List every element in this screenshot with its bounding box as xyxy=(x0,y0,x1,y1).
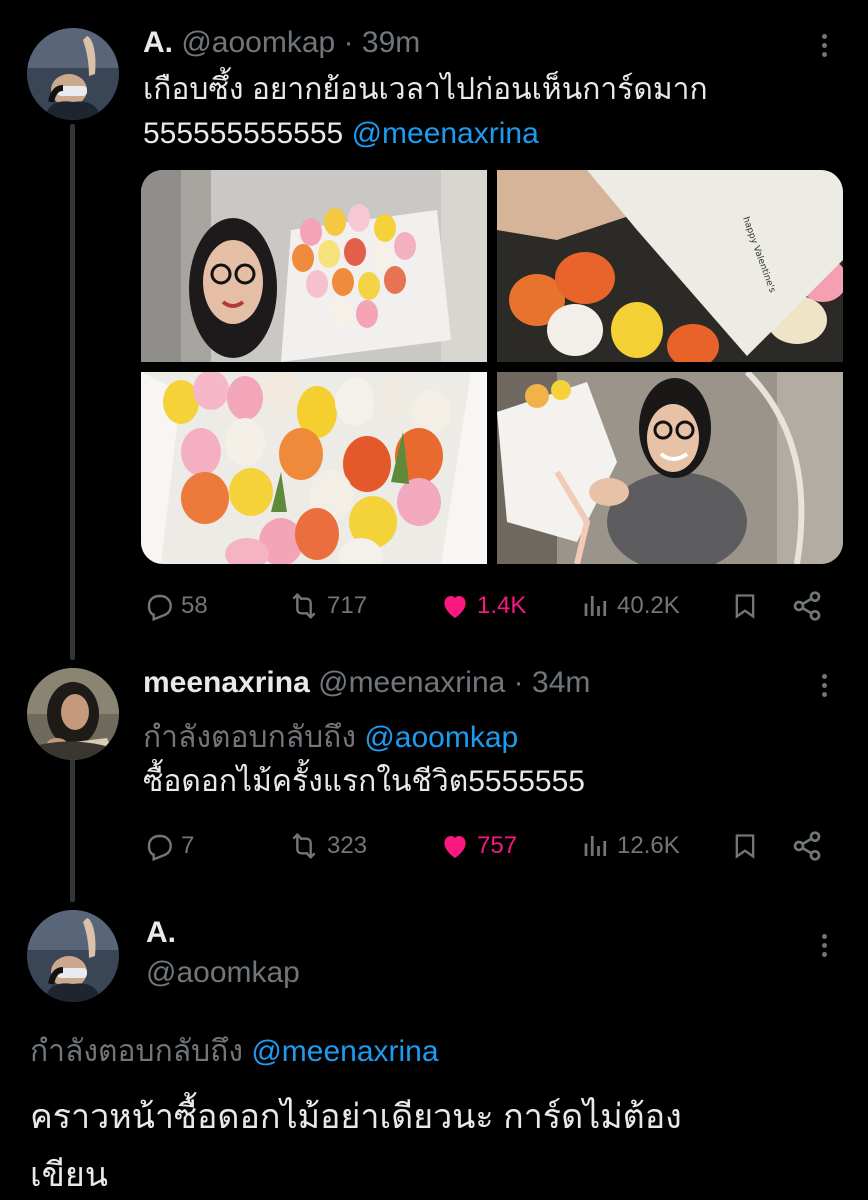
views-button[interactable]: 12.6K xyxy=(581,826,680,866)
views-icon xyxy=(584,836,607,856)
replying-prefix: กำลังตอบกลับถึง xyxy=(30,1035,243,1068)
display-name[interactable]: A. xyxy=(146,916,176,949)
handle[interactable]: @meenaxrina xyxy=(318,666,505,699)
more-icon[interactable] xyxy=(819,934,829,961)
retweet-count: 323 xyxy=(327,832,368,859)
avatar-aoomkap[interactable] xyxy=(27,910,119,1002)
more-icon[interactable] xyxy=(819,34,829,61)
views-button[interactable]: 40.2K xyxy=(581,586,680,626)
retweet-count: 717 xyxy=(327,592,368,619)
views-icon xyxy=(584,596,607,616)
timestamp[interactable]: 39m xyxy=(362,26,420,59)
tweet2-actions: 7 323 757 12.6K xyxy=(143,826,833,866)
timestamp[interactable]: 34m xyxy=(532,666,590,699)
retweet-icon xyxy=(292,592,316,620)
share-button[interactable] xyxy=(791,826,823,866)
handle[interactable]: @aoomkap xyxy=(146,956,300,989)
bookmark-icon xyxy=(735,834,755,859)
replying-to: กำลังตอบกลับถึง @meenaxrina xyxy=(30,1028,439,1075)
share-button[interactable] xyxy=(791,586,823,626)
heart-icon xyxy=(444,836,466,858)
tweet1-actions: 58 717 1.4K 40.2K xyxy=(143,586,833,626)
photo-smiling-with-bouquet[interactable] xyxy=(497,372,843,564)
bookmark-icon xyxy=(735,594,755,619)
tweet1-header: A. @aoomkap · 39m xyxy=(143,26,420,60)
tweet2-text: ซื้อดอกไม้ครั้งแรกในชีวิต5555555 xyxy=(143,765,585,798)
tweet3-text: คราวหน้าซื้อดอกไม้อย่าเดียวนะ การ์ดไม่ต้… xyxy=(30,1088,830,1200)
share-icon xyxy=(793,831,821,861)
tweet3-text-line2: เขียน xyxy=(30,1156,109,1194)
tweet3-display-name: A. xyxy=(146,916,176,950)
reply-button[interactable]: 7 xyxy=(143,826,194,866)
avatar-aoomkap[interactable] xyxy=(27,28,119,120)
tweet3-text-line1: คราวหน้าซื้อดอกไม้อย่าเดียวนะ การ์ดไม่ต้… xyxy=(30,1098,682,1136)
mention-link[interactable]: @meenaxrina xyxy=(352,117,539,150)
tweet1-text-line2-wrap: 555555555555 @meenaxrina xyxy=(143,112,708,156)
photo-selfie-bouquet[interactable] xyxy=(141,170,487,362)
tweet2-header: meenaxrina @meenaxrina · 34m xyxy=(143,666,590,700)
bookmark-button[interactable] xyxy=(731,586,759,626)
replying-prefix: กำลังตอบกลับถึง xyxy=(143,721,356,754)
reply-button[interactable]: 58 xyxy=(143,586,208,626)
bookmark-button[interactable] xyxy=(731,826,759,866)
replying-to: กำลังตอบกลับถึง @aoomkap xyxy=(143,714,518,761)
views-count: 12.6K xyxy=(617,832,680,859)
reply-icon xyxy=(147,594,172,622)
tweet3-handle: @aoomkap xyxy=(146,956,300,990)
media-grid: happy Valentine's xyxy=(141,170,843,564)
replying-to-link[interactable]: @meenaxrina xyxy=(251,1035,438,1068)
display-name[interactable]: A. xyxy=(143,26,173,59)
separator: · xyxy=(343,26,354,59)
like-button[interactable]: 1.4K xyxy=(439,586,526,626)
thread-line-lower xyxy=(70,742,75,902)
heart-icon xyxy=(444,596,466,618)
avatar-meenaxrina[interactable] xyxy=(27,668,119,760)
reply-count: 58 xyxy=(181,592,208,619)
retweet-button[interactable]: 717 xyxy=(287,586,367,626)
tweet1-text-line2: 555555555555 xyxy=(143,117,344,150)
photo-card-in-hand[interactable]: happy Valentine's xyxy=(497,170,843,362)
more-icon[interactable] xyxy=(819,674,829,701)
retweet-icon xyxy=(292,832,316,860)
like-count: 1.4K xyxy=(477,592,527,619)
separator: · xyxy=(513,666,524,699)
retweet-button[interactable]: 323 xyxy=(287,826,367,866)
photo-bouquet-closeup[interactable] xyxy=(141,372,487,564)
views-count: 40.2K xyxy=(617,592,680,619)
share-icon xyxy=(793,591,821,621)
display-name[interactable]: meenaxrina xyxy=(143,666,310,699)
replying-to-link[interactable]: @aoomkap xyxy=(364,721,518,754)
tweet1-text: เกือบซึ้ง อยากย้อนเวลาไปก่อนเห็นการ์ดมาก… xyxy=(143,68,708,156)
like-button[interactable]: 757 xyxy=(439,826,517,866)
like-count: 757 xyxy=(477,832,518,859)
reply-icon xyxy=(147,834,172,862)
reply-count: 7 xyxy=(181,832,195,859)
handle[interactable]: @aoomkap xyxy=(181,26,335,59)
tweet1-text-line1: เกือบซึ้ง อยากย้อนเวลาไปก่อนเห็นการ์ดมาก xyxy=(143,73,708,106)
thread-line-upper xyxy=(70,124,75,660)
